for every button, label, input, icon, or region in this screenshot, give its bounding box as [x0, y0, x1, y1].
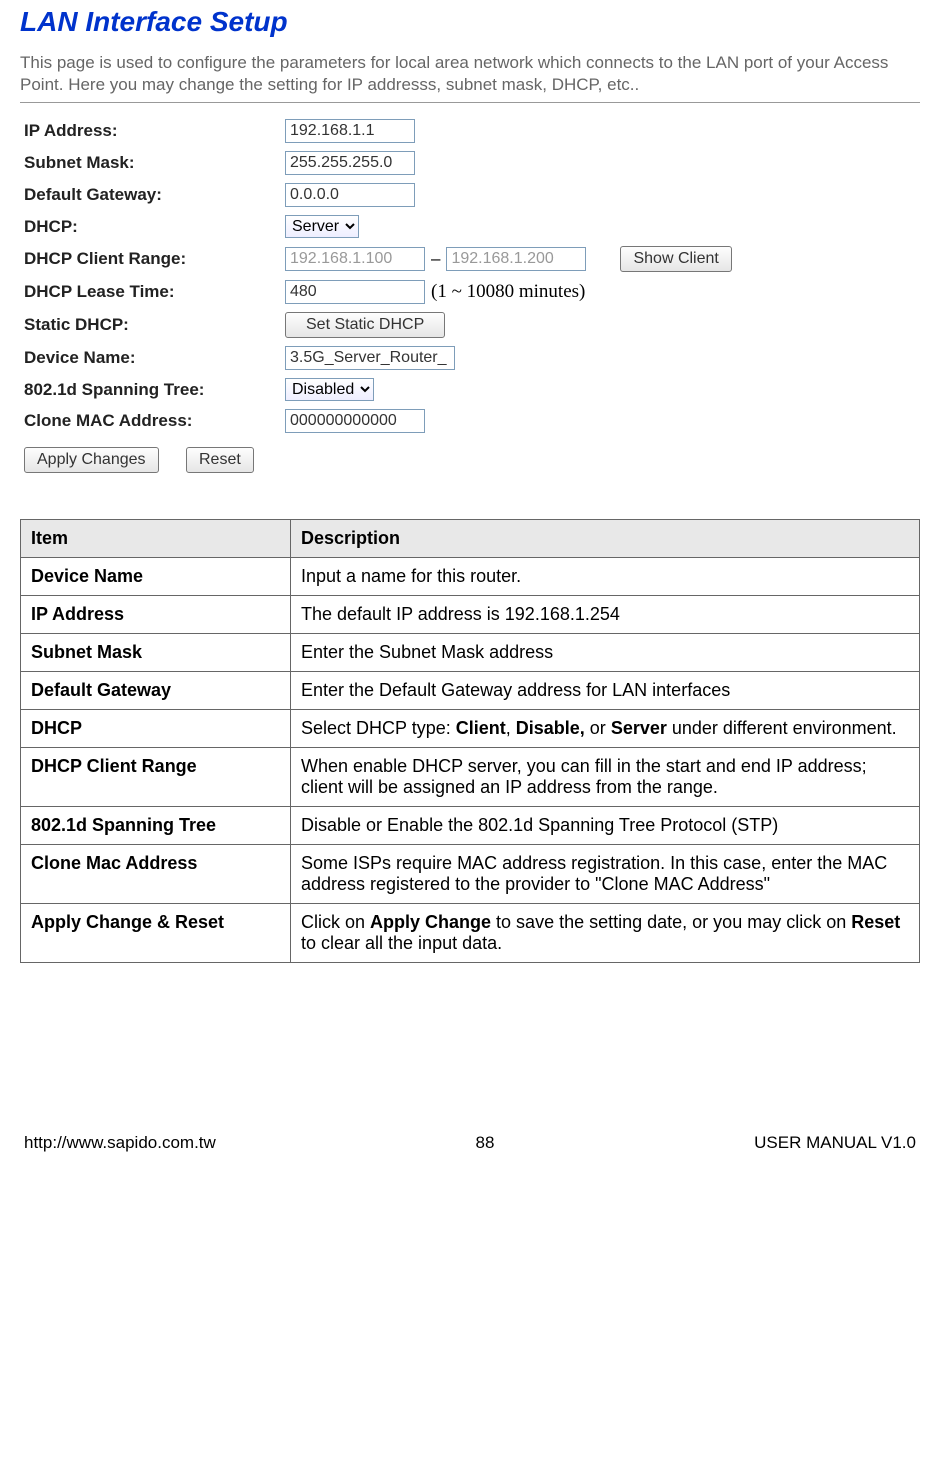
- table-item: Subnet Mask: [21, 634, 291, 672]
- set-static-dhcp-button[interactable]: Set Static DHCP: [285, 312, 445, 338]
- table-description: Enter the Default Gateway address for LA…: [291, 672, 920, 710]
- table-header-item: Item: [21, 520, 291, 558]
- device-name-label: Device Name:: [20, 348, 285, 368]
- table-row: Device NameInput a name for this router.: [21, 558, 920, 596]
- table-item: DHCP: [21, 710, 291, 748]
- table-header-desc: Description: [291, 520, 920, 558]
- table-description: Disable or Enable the 802.1d Spanning Tr…: [291, 807, 920, 845]
- table-row: 802.1d Spanning TreeDisable or Enable th…: [21, 807, 920, 845]
- footer-manual-version: USER MANUAL V1.0: [754, 1133, 916, 1153]
- table-item: Clone Mac Address: [21, 845, 291, 904]
- show-client-button[interactable]: Show Client: [620, 246, 731, 272]
- footer-url: http://www.sapido.com.tw: [24, 1133, 216, 1153]
- table-row: Apply Change & ResetClick on Apply Chang…: [21, 904, 920, 963]
- table-row: Default GatewayEnter the Default Gateway…: [21, 672, 920, 710]
- clone-mac-label: Clone MAC Address:: [20, 411, 285, 431]
- apply-changes-button[interactable]: Apply Changes: [24, 447, 159, 473]
- dhcp-range-start-input[interactable]: [285, 247, 425, 271]
- table-row: IP AddressThe default IP address is 192.…: [21, 596, 920, 634]
- description-table: Item Description Device NameInput a name…: [20, 519, 920, 963]
- table-description: Enter the Subnet Mask address: [291, 634, 920, 672]
- lan-form: IP Address: Subnet Mask: Default Gateway…: [20, 119, 920, 473]
- device-name-input[interactable]: [285, 346, 455, 370]
- table-item: DHCP Client Range: [21, 748, 291, 807]
- ip-address-label: IP Address:: [20, 121, 285, 141]
- table-item: Default Gateway: [21, 672, 291, 710]
- page-intro: This page is used to configure the param…: [20, 52, 920, 96]
- spanning-tree-label: 802.1d Spanning Tree:: [20, 380, 285, 400]
- reset-button[interactable]: Reset: [186, 447, 254, 473]
- table-item: IP Address: [21, 596, 291, 634]
- dhcp-range-label: DHCP Client Range:: [20, 249, 285, 269]
- ip-address-input[interactable]: [285, 119, 415, 143]
- static-dhcp-label: Static DHCP:: [20, 315, 285, 335]
- dhcp-label: DHCP:: [20, 217, 285, 237]
- subnet-mask-input[interactable]: [285, 151, 415, 175]
- lease-time-input[interactable]: [285, 280, 425, 304]
- table-description: Some ISPs require MAC address registrati…: [291, 845, 920, 904]
- dhcp-range-dash: –: [431, 249, 440, 269]
- page-title: LAN Interface Setup: [20, 6, 920, 38]
- default-gateway-input[interactable]: [285, 183, 415, 207]
- table-row: Clone Mac AddressSome ISPs require MAC a…: [21, 845, 920, 904]
- footer-page-number: 88: [476, 1133, 495, 1153]
- page-footer: http://www.sapido.com.tw 88 USER MANUAL …: [20, 1133, 920, 1153]
- table-item: Device Name: [21, 558, 291, 596]
- clone-mac-input[interactable]: [285, 409, 425, 433]
- table-item: Apply Change & Reset: [21, 904, 291, 963]
- spanning-tree-select[interactable]: Disabled: [285, 378, 374, 401]
- table-description: Click on Apply Change to save the settin…: [291, 904, 920, 963]
- table-description: Input a name for this router.: [291, 558, 920, 596]
- table-description: When enable DHCP server, you can fill in…: [291, 748, 920, 807]
- lease-time-note: (1 ~ 10080 minutes): [431, 281, 585, 303]
- dhcp-range-end-input[interactable]: [446, 247, 586, 271]
- table-item: 802.1d Spanning Tree: [21, 807, 291, 845]
- table-row: DHCPSelect DHCP type: Client, Disable, o…: [21, 710, 920, 748]
- lease-time-label: DHCP Lease Time:: [20, 282, 285, 302]
- default-gateway-label: Default Gateway:: [20, 185, 285, 205]
- divider: [20, 102, 920, 103]
- subnet-mask-label: Subnet Mask:: [20, 153, 285, 173]
- table-description: The default IP address is 192.168.1.254: [291, 596, 920, 634]
- table-description: Select DHCP type: Client, Disable, or Se…: [291, 710, 920, 748]
- table-row: Subnet MaskEnter the Subnet Mask address: [21, 634, 920, 672]
- dhcp-select[interactable]: Server: [285, 215, 359, 238]
- table-row: DHCP Client RangeWhen enable DHCP server…: [21, 748, 920, 807]
